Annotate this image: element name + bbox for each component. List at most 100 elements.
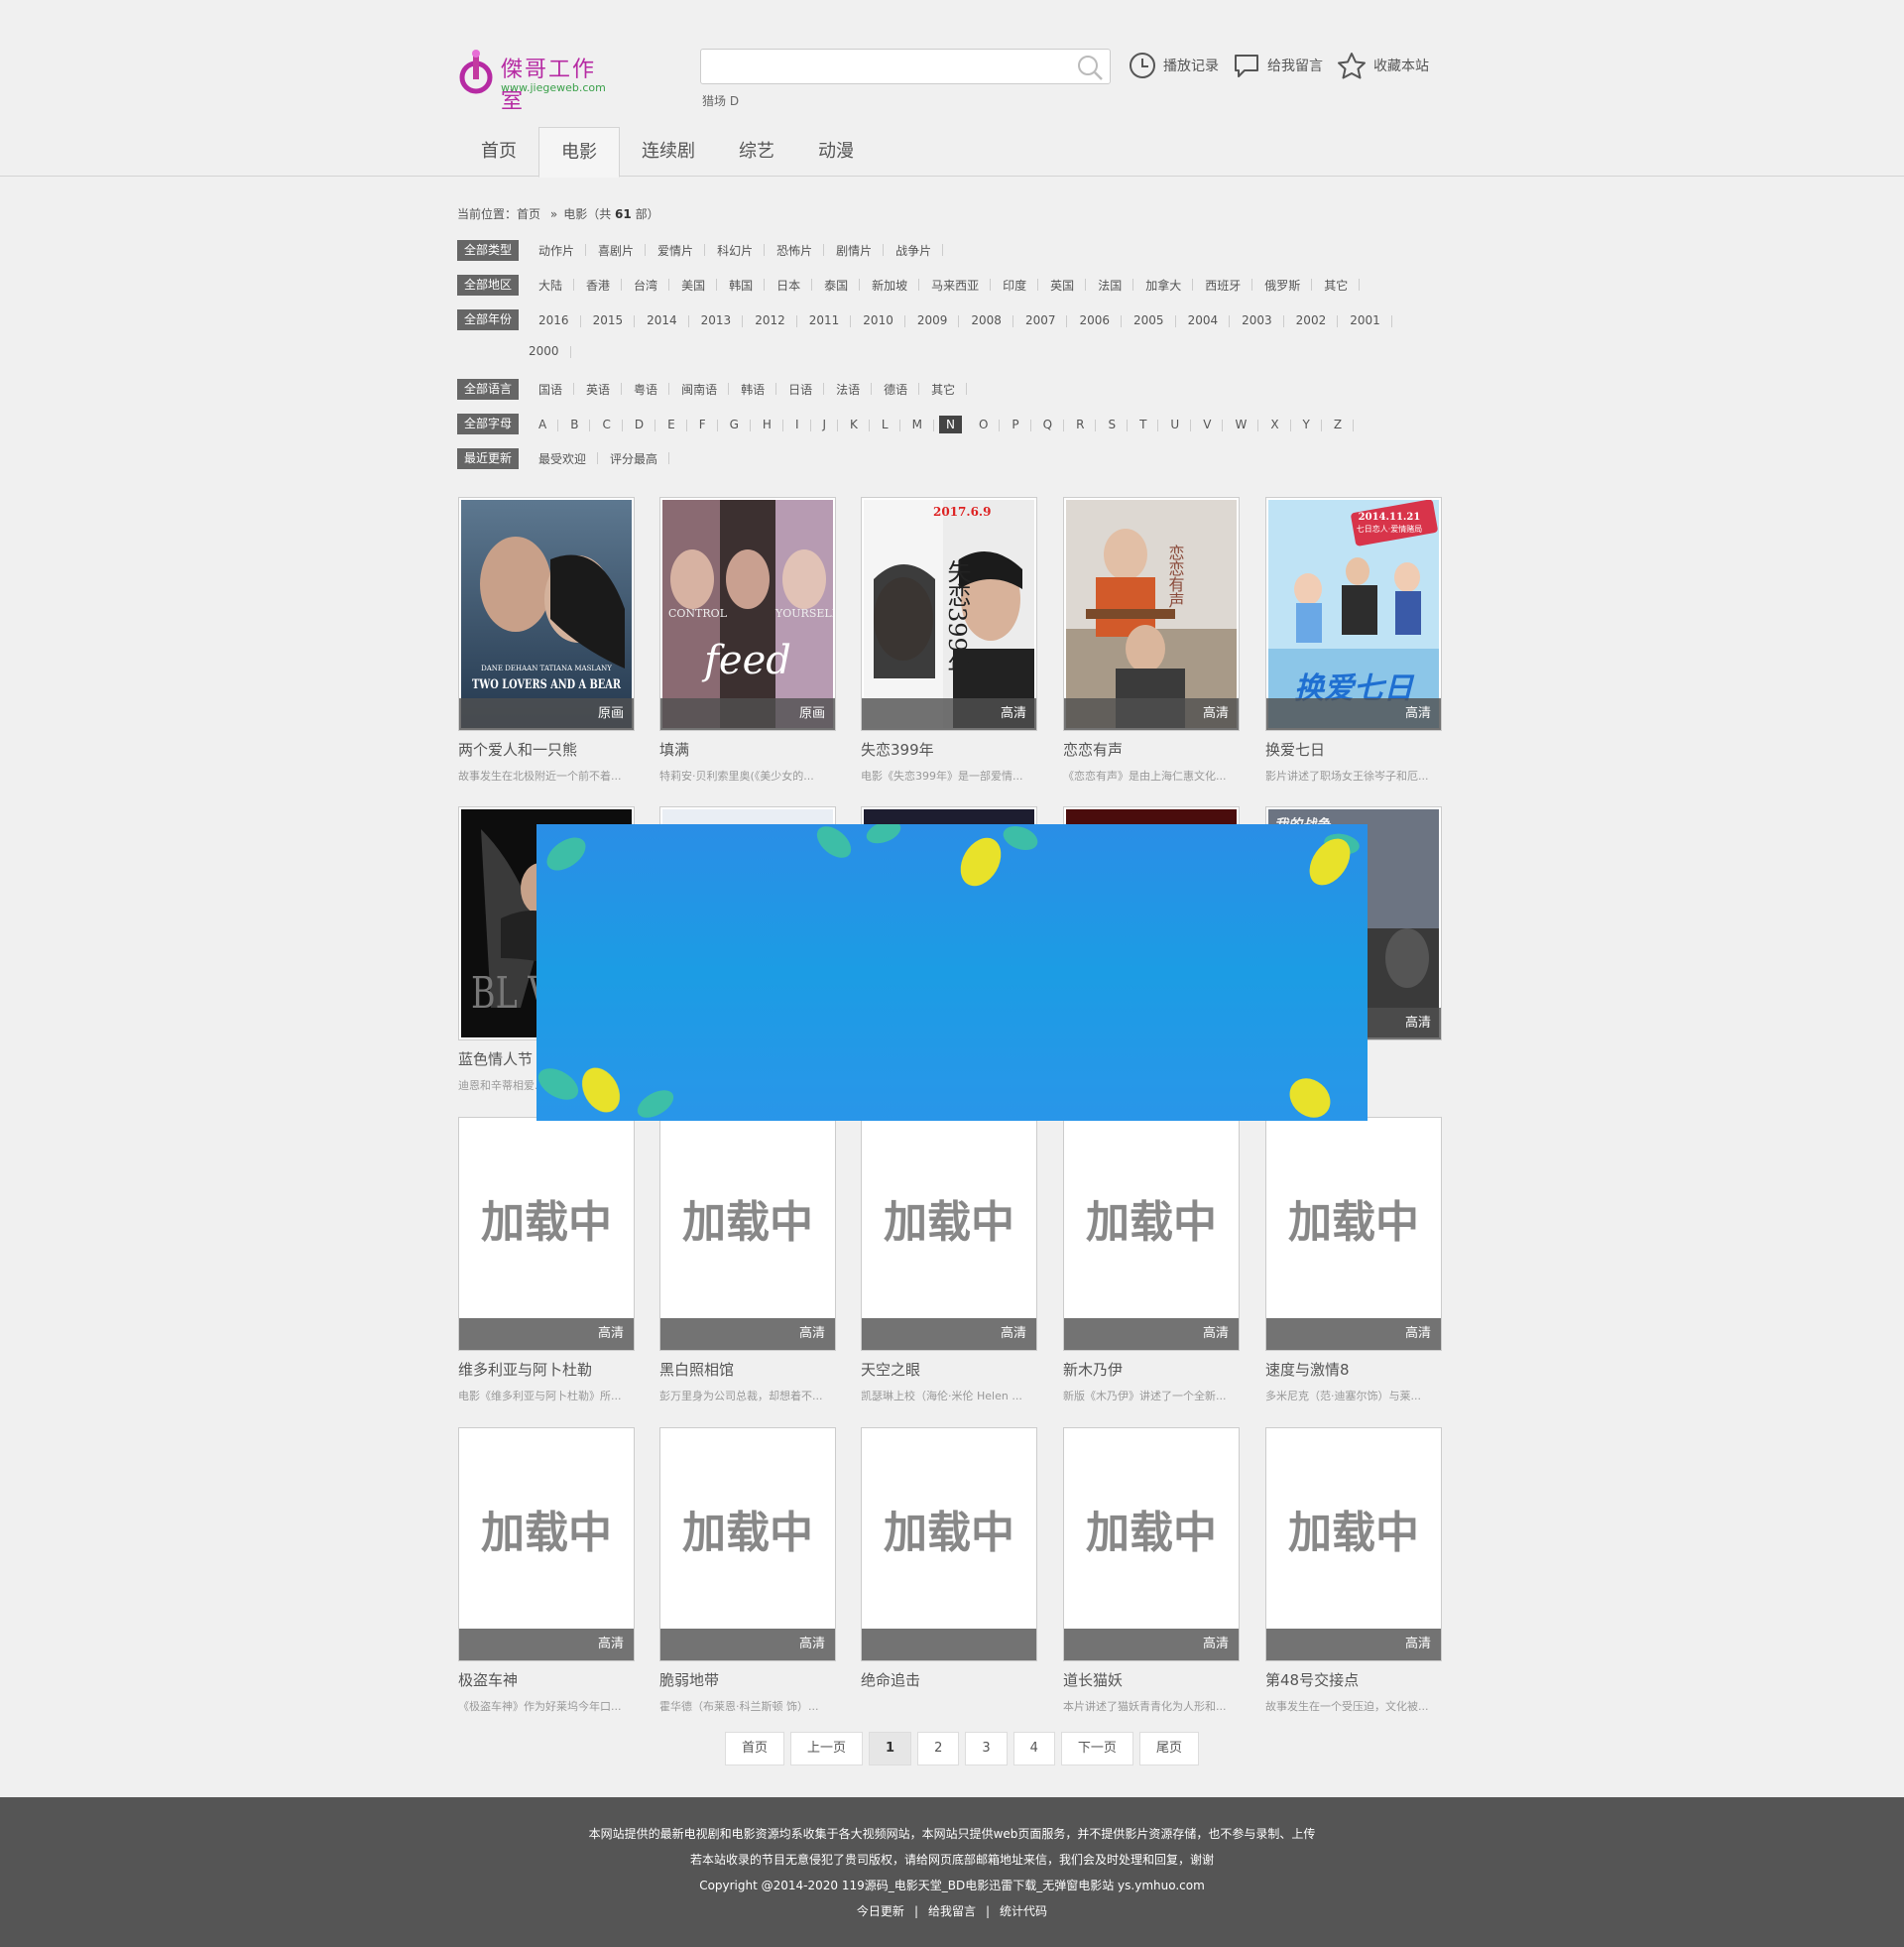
ad-banner-overlay[interactable] bbox=[536, 824, 1368, 1121]
movie-title[interactable]: 天空之眼 bbox=[861, 1359, 1037, 1380]
message-link[interactable]: 给我留言 bbox=[1233, 52, 1323, 79]
filter-language-item-2[interactable]: 粤语 bbox=[622, 381, 670, 398]
movie-poster[interactable]: 加载中 高清 bbox=[861, 1117, 1037, 1351]
page-button[interactable]: 下一页 bbox=[1060, 1732, 1133, 1765]
filter-letter-item-10[interactable]: K bbox=[838, 418, 870, 431]
filter-language-item-3[interactable]: 闽南语 bbox=[669, 381, 730, 398]
movie-poster[interactable]: 加载中 高清 bbox=[1265, 1117, 1442, 1351]
filter-letter-item-9[interactable]: J bbox=[811, 418, 839, 431]
filter-language-item-7[interactable]: 德语 bbox=[872, 381, 920, 398]
filter-type-item-5[interactable]: 剧情片 bbox=[824, 242, 885, 259]
filter-type-item-4[interactable]: 恐怖片 bbox=[765, 242, 825, 259]
movie-poster[interactable]: 加载中 高清 bbox=[1265, 1427, 1442, 1661]
filter-year-item-2-0[interactable]: 2000 bbox=[517, 344, 571, 358]
filter-letter-item-5[interactable]: F bbox=[687, 418, 718, 431]
filter-letter-item-16[interactable]: Q bbox=[1031, 418, 1065, 431]
filter-year-item-14[interactable]: 2002 bbox=[1284, 313, 1339, 327]
page-button[interactable]: 尾页 bbox=[1138, 1732, 1199, 1765]
movie-card[interactable]: 加载中 高清 极盗车神 《极盗车神》作为好莱坞今年口... bbox=[458, 1427, 635, 1714]
movie-card[interactable]: 加载中 高清 速度与激情8 多米尼克（范·迪塞尔饰）与莱... bbox=[1265, 1117, 1442, 1403]
filter-letter-item-11[interactable]: L bbox=[870, 418, 900, 431]
filter-letter-item-23[interactable]: X bbox=[1258, 418, 1291, 431]
movie-title[interactable]: 脆弱地带 bbox=[659, 1669, 836, 1690]
filter-letter-item-1[interactable]: B bbox=[558, 418, 591, 431]
hot-search-word[interactable]: 猎场 D bbox=[702, 92, 739, 109]
filter-year-item-8[interactable]: 2008 bbox=[959, 313, 1013, 327]
filter-language-item-4[interactable]: 韩语 bbox=[729, 381, 777, 398]
movie-card[interactable]: DANE DEHAAN TATIANA MASLANY TWO LOVERS AN… bbox=[458, 497, 635, 784]
movie-poster[interactable]: 2017.6.9 失恋399年 高清 bbox=[861, 497, 1037, 731]
filter-letter-item-17[interactable]: R bbox=[1064, 418, 1097, 431]
filter-letter-item-2[interactable]: C bbox=[590, 418, 624, 431]
page-button[interactable]: 3 bbox=[965, 1732, 1008, 1765]
favorite-link[interactable]: 收藏本站 bbox=[1337, 52, 1429, 79]
nav-tab-series[interactable]: 连续剧 bbox=[620, 127, 717, 178]
page-button[interactable]: 首页 bbox=[725, 1732, 785, 1765]
movie-title[interactable]: 两个爱人和一只熊 bbox=[458, 739, 635, 760]
movie-title[interactable]: 恋恋有声 bbox=[1063, 739, 1240, 760]
filter-letter-item-18[interactable]: S bbox=[1096, 418, 1128, 431]
movie-poster[interactable]: DANE DEHAAN TATIANA MASLANY TWO LOVERS AN… bbox=[458, 497, 635, 731]
filter-year-item-3[interactable]: 2013 bbox=[689, 313, 744, 327]
page-button[interactable]: 上一页 bbox=[790, 1732, 864, 1765]
filter-area-item-3[interactable]: 美国 bbox=[669, 277, 718, 294]
page-button[interactable]: 1 bbox=[869, 1732, 912, 1765]
filter-year-item-12[interactable]: 2004 bbox=[1176, 313, 1231, 327]
nav-tab-movies[interactable]: 电影 bbox=[538, 127, 620, 178]
filter-type-item-6[interactable]: 战争片 bbox=[884, 242, 944, 259]
movie-title[interactable]: 极盗车神 bbox=[458, 1669, 635, 1690]
movie-title[interactable]: 绝命追击 bbox=[861, 1669, 1037, 1690]
filter-year-item-6[interactable]: 2010 bbox=[851, 313, 905, 327]
movie-card[interactable]: 加载中 高清 脆弱地带 霍华德（布莱恩·科兰斯顿 饰）... bbox=[659, 1427, 836, 1714]
movie-card[interactable]: 加载中 绝命追击 bbox=[861, 1427, 1037, 1698]
filter-type-item-3[interactable]: 科幻片 bbox=[705, 242, 766, 259]
filter-language-item-0[interactable]: 国语 bbox=[527, 381, 575, 398]
filter-year-item-15[interactable]: 2001 bbox=[1338, 313, 1392, 327]
filter-year-item-0[interactable]: 2016 bbox=[527, 313, 581, 327]
filter-language-item-5[interactable]: 日语 bbox=[776, 381, 825, 398]
filter-year-item-5[interactable]: 2011 bbox=[797, 313, 852, 327]
filter-all-letters[interactable]: 全部字母 bbox=[457, 414, 520, 434]
filter-year-item-10[interactable]: 2006 bbox=[1067, 313, 1122, 327]
filter-year-item-2[interactable]: 2014 bbox=[635, 313, 689, 327]
filter-area-item-13[interactable]: 西班牙 bbox=[1193, 277, 1253, 294]
nav-tab-home[interactable]: 首页 bbox=[459, 127, 538, 178]
nav-tab-anime[interactable]: 动漫 bbox=[796, 127, 876, 178]
movie-title[interactable]: 换爱七日 bbox=[1265, 739, 1442, 760]
filter-year-item-7[interactable]: 2009 bbox=[905, 313, 960, 327]
site-logo[interactable]: 傑哥工作室 www.jiegeweb.com bbox=[459, 46, 608, 114]
movie-title[interactable]: 新木乃伊 bbox=[1063, 1359, 1240, 1380]
filter-area-item-9[interactable]: 印度 bbox=[991, 277, 1039, 294]
filter-language-item-6[interactable]: 法语 bbox=[824, 381, 873, 398]
filter-year-item-4[interactable]: 2012 bbox=[743, 313, 797, 327]
movie-card[interactable]: 加载中 高清 道长猫妖 本片讲述了猫妖青青化为人形和... bbox=[1063, 1427, 1240, 1714]
filter-area-item-8[interactable]: 马来西亚 bbox=[919, 277, 992, 294]
filter-letter-item-8[interactable]: I bbox=[783, 418, 811, 431]
filter-letter-item-19[interactable]: T bbox=[1128, 418, 1159, 431]
filter-type-item-1[interactable]: 喜剧片 bbox=[586, 242, 647, 259]
movie-card[interactable]: 2014.11.21 七日恋人·爱情赌局 换爱七日 高清 换爱七日 影片讲述了职场女王徐岑… bbox=[1265, 497, 1442, 784]
filter-letter-item-3[interactable]: D bbox=[623, 418, 656, 431]
movie-title[interactable]: 填满 bbox=[659, 739, 836, 760]
filter-area-item-12[interactable]: 加拿大 bbox=[1133, 277, 1194, 294]
filter-area-item-0[interactable]: 大陆 bbox=[527, 277, 575, 294]
filter-letter-item-13[interactable]: N bbox=[938, 415, 962, 433]
movie-poster[interactable]: 加载中 高清 bbox=[458, 1427, 635, 1661]
filter-area-item-2[interactable]: 台湾 bbox=[622, 277, 670, 294]
movie-card[interactable]: CONTROL YOURSELF feed 原画 填满 特莉安·贝利索里奥(《美少女的..… bbox=[659, 497, 836, 784]
movie-card[interactable]: 恋恋有声 高清 恋恋有声 《恋恋有声》是由上海仁惠文化... bbox=[1063, 497, 1240, 784]
sort-latest[interactable]: 最近更新 bbox=[457, 448, 520, 469]
filter-year-item-9[interactable]: 2007 bbox=[1013, 313, 1068, 327]
history-link[interactable]: 播放记录 bbox=[1129, 52, 1219, 79]
filter-letter-item-20[interactable]: U bbox=[1158, 418, 1192, 431]
movie-card[interactable]: 加载中 高清 第48号交接点 故事发生在一个受压迫，文化被... bbox=[1265, 1427, 1442, 1714]
filter-all-areas[interactable]: 全部地区 bbox=[457, 275, 520, 296]
filter-type-item-2[interactable]: 爱情片 bbox=[646, 242, 706, 259]
filter-letter-item-21[interactable]: V bbox=[1191, 418, 1224, 431]
filter-area-item-10[interactable]: 英国 bbox=[1038, 277, 1087, 294]
page-button[interactable]: 4 bbox=[1012, 1732, 1055, 1765]
filter-area-item-14[interactable]: 俄罗斯 bbox=[1252, 277, 1313, 294]
filter-letter-item-6[interactable]: G bbox=[718, 418, 752, 431]
breadcrumb-home-link[interactable]: 首页 bbox=[517, 207, 540, 221]
filter-year-item-1[interactable]: 2015 bbox=[581, 313, 636, 327]
